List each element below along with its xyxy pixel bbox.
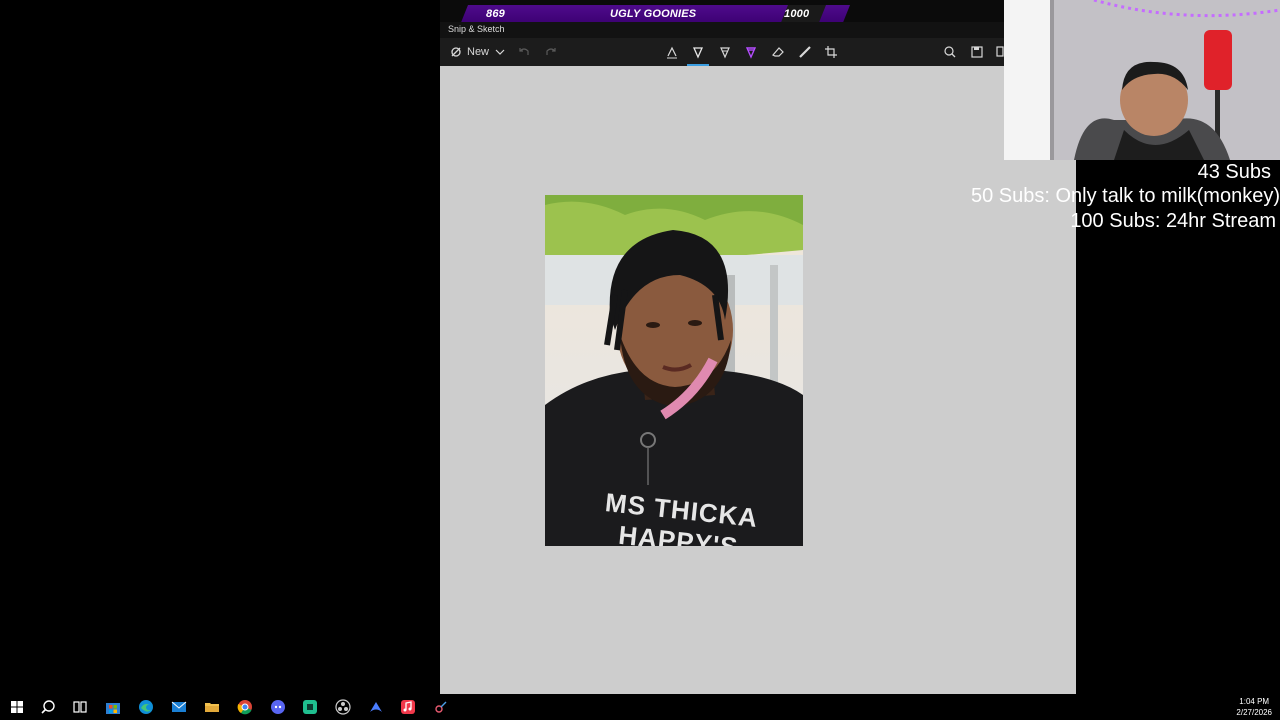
snipped-photo: MS THICKA HAPPY'S xyxy=(545,195,803,546)
window-titlebar: Snip & Sketch xyxy=(440,22,1004,38)
search-icon[interactable] xyxy=(40,699,56,715)
ballpoint-pen-icon[interactable] xyxy=(691,44,705,60)
subs-count: 43 Subs xyxy=(1197,161,1271,183)
snip-toolbar: New xyxy=(440,38,1004,66)
edge-icon[interactable] xyxy=(138,699,154,715)
redo-icon[interactable] xyxy=(545,44,557,60)
goal-current: 869 xyxy=(486,8,505,20)
highlighter-icon[interactable] xyxy=(744,44,758,60)
clock-time: 1:04 PM xyxy=(1239,697,1270,706)
window-title: Snip & Sketch xyxy=(448,24,505,34)
taskbar: 1:04 PM 2/27/2026 xyxy=(0,694,1280,720)
goal-title: UGLY GOONIES xyxy=(610,8,697,20)
clock-date: 2/27/2026 xyxy=(1236,708,1272,717)
copy-icon[interactable] xyxy=(996,44,1004,60)
obs-icon[interactable] xyxy=(335,699,351,715)
task-view-icon[interactable] xyxy=(72,699,88,715)
subs-goal-1: 50 Subs: Only talk to milk(monkey) xyxy=(971,185,1280,207)
file-explorer-icon[interactable] xyxy=(204,699,220,715)
discord-icon[interactable] xyxy=(270,699,286,715)
undo-icon[interactable] xyxy=(518,44,530,60)
new-button[interactable]: New xyxy=(467,44,489,60)
vpn-icon[interactable] xyxy=(368,699,384,715)
eraser-icon[interactable] xyxy=(771,44,785,60)
touch-writing-icon[interactable] xyxy=(665,44,679,60)
microsoft-store-icon[interactable] xyxy=(105,699,121,715)
crop-icon[interactable] xyxy=(824,44,838,60)
ruler-icon[interactable] xyxy=(798,44,812,60)
system-clock[interactable]: 1:04 PM 2/27/2026 xyxy=(1236,696,1272,718)
chevron-down-icon[interactable] xyxy=(495,44,505,60)
goal-target: 1000 xyxy=(784,8,810,20)
zoom-icon[interactable] xyxy=(943,44,957,60)
new-snip-icon[interactable] xyxy=(449,44,463,60)
music-icon[interactable] xyxy=(400,699,416,715)
mail-icon[interactable] xyxy=(171,699,187,715)
chrome-icon[interactable] xyxy=(237,699,253,715)
snip-icon[interactable] xyxy=(433,699,449,715)
webcam-feed xyxy=(1004,0,1280,160)
save-icon[interactable] xyxy=(970,44,984,60)
windows-start-icon[interactable] xyxy=(9,699,25,715)
subs-goal-2: 100 Subs: 24hr Stream xyxy=(1070,210,1276,232)
app-icon[interactable] xyxy=(302,699,318,715)
pencil-tool-icon[interactable] xyxy=(718,44,732,60)
